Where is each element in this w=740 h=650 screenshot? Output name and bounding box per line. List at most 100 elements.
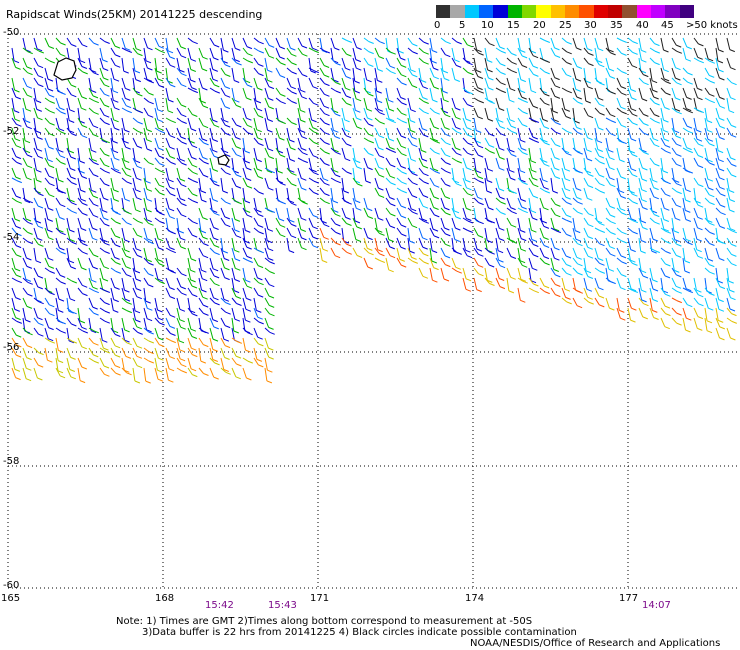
wind-barb-flag <box>434 140 440 144</box>
wind-barb-flag <box>125 255 132 259</box>
wind-barb-flag <box>291 91 297 95</box>
wind-barb-flag <box>610 114 616 118</box>
wind-barb-flag <box>445 114 451 118</box>
wind-barb <box>220 217 226 225</box>
wind-barb-flag <box>719 326 725 330</box>
wind-barb <box>539 197 544 208</box>
wind-barb-flag <box>467 193 473 197</box>
wind-barb-flag <box>69 369 75 372</box>
wind-barb-flag <box>70 176 76 180</box>
wind-barb-flag <box>389 65 396 69</box>
wind-barb <box>374 257 381 261</box>
wind-barb-flag <box>709 194 715 198</box>
wind-barb <box>165 227 172 233</box>
wind-barb <box>121 77 126 89</box>
wind-barb <box>297 137 302 149</box>
wind-barb <box>88 167 94 175</box>
wind-barb-flag <box>587 48 593 52</box>
wind-barb-flag <box>522 182 528 185</box>
wind-barb-flag <box>26 357 32 361</box>
wind-barb-flag <box>445 264 451 268</box>
wind-barb <box>198 287 204 298</box>
wind-barb-flag <box>477 196 483 200</box>
wind-barb-flag <box>71 133 77 137</box>
wind-barb <box>660 267 666 277</box>
wind-barb-flag <box>235 267 241 271</box>
wind-barb <box>649 47 656 52</box>
wind-barb-flag <box>488 87 494 91</box>
wind-barb-flag <box>169 156 176 159</box>
wind-barb <box>550 167 556 177</box>
wind-barb-flag <box>269 261 275 265</box>
wind-barb <box>495 147 501 158</box>
wind-barb-flag <box>159 263 165 267</box>
wind-barb-flag <box>696 138 703 142</box>
wind-barb-flag <box>533 290 539 294</box>
wind-barb-flag <box>181 370 187 374</box>
wind-barb-flag <box>389 246 395 250</box>
wind-barb-flag <box>565 196 571 200</box>
wind-barb <box>726 157 732 165</box>
wind-barb-flag <box>334 255 341 259</box>
wind-barb <box>110 347 116 356</box>
wind-barb <box>473 197 479 203</box>
wind-barb <box>649 57 655 63</box>
wind-barb-flag <box>257 176 264 179</box>
wind-barb-flag <box>465 249 471 253</box>
wind-barb-flag <box>511 131 517 134</box>
wind-barb <box>561 197 567 203</box>
wind-barb-flag <box>79 60 86 64</box>
wind-barb-flag <box>69 120 75 123</box>
wind-barb <box>99 257 105 267</box>
wind-barb <box>451 157 458 162</box>
wind-barb <box>649 107 655 115</box>
wind-barb <box>33 267 39 277</box>
wind-barb-flag <box>312 226 318 230</box>
wind-barb-flag <box>542 118 548 122</box>
wind-barb-flag <box>720 212 726 216</box>
wind-barb <box>517 137 522 149</box>
wind-barb-flag <box>81 267 87 271</box>
wind-barb <box>550 237 555 249</box>
wind-barb <box>462 127 468 136</box>
wind-barb-flag <box>93 134 99 138</box>
wind-barb-flag <box>247 124 253 128</box>
wind-barb-flag <box>708 307 714 311</box>
wind-barb-flag <box>654 120 660 124</box>
wind-barb <box>275 37 281 48</box>
wind-barb-flag <box>49 110 55 114</box>
wind-barb-flag <box>190 368 197 372</box>
wind-barb <box>132 167 137 179</box>
wind-barb <box>407 47 414 53</box>
wind-barb-flag <box>555 203 561 207</box>
wind-barb-flag <box>698 303 704 307</box>
wind-barb-flag <box>730 337 736 341</box>
wind-barb <box>363 47 370 52</box>
wind-barb-flag <box>609 205 616 209</box>
wind-barb-flag <box>697 155 704 158</box>
wind-barb-flag <box>687 110 693 114</box>
wind-barb-flag <box>390 164 396 168</box>
wind-barb-flag <box>157 309 163 313</box>
wind-barb <box>143 347 150 352</box>
wind-barb <box>649 287 654 300</box>
wind-barb-flag <box>431 260 437 264</box>
wind-barb <box>495 157 500 169</box>
wind-barb-flag <box>335 174 341 178</box>
wind-barb <box>407 167 413 174</box>
wind-barb-flag <box>576 66 583 69</box>
wind-barb-flag <box>554 167 560 171</box>
wind-barb <box>121 297 128 303</box>
wind-barb-flag <box>720 204 726 208</box>
wind-barb-flag <box>729 199 735 203</box>
wind-barb-flag <box>190 58 197 62</box>
wind-barb-flag <box>225 124 231 128</box>
wind-barb-flag <box>247 53 253 57</box>
wind-barb-flag <box>730 97 736 101</box>
wind-barb <box>704 197 710 203</box>
wind-barb-flag <box>245 229 251 233</box>
wind-barb <box>110 337 116 347</box>
wind-barb <box>220 127 226 134</box>
wind-barb-flag <box>257 316 263 320</box>
wind-barb-flag <box>137 234 143 238</box>
